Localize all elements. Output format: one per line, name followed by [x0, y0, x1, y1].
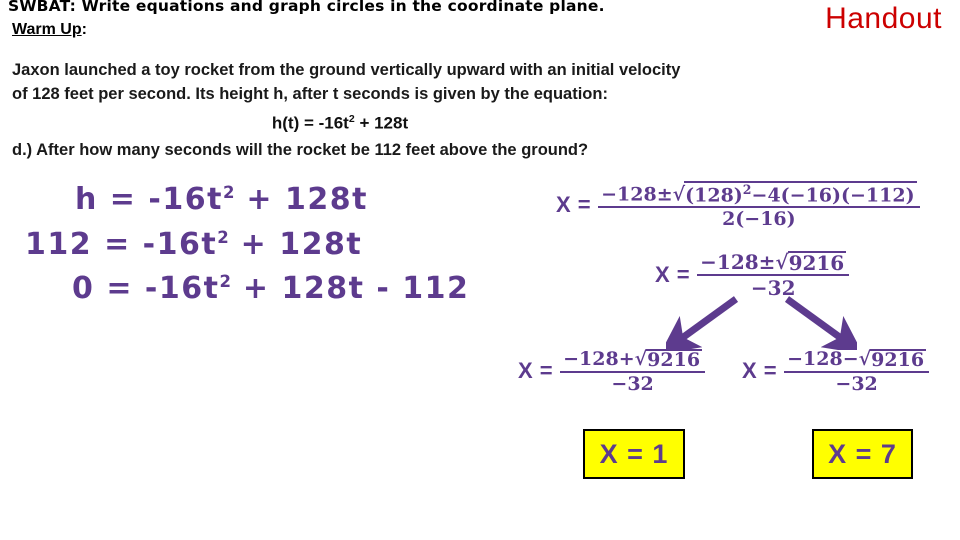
quadratic-formula-step-2: X = −128±√9216 −32: [655, 250, 850, 299]
answer-box-left: X = 1: [583, 429, 685, 479]
quadratic-step-2-num-lead: −128±: [700, 250, 776, 274]
work-step-3-lhs: 0: [72, 271, 95, 306]
height-equation-suffix: + 128t: [354, 113, 409, 133]
branch-minus-num-lead: −128−: [787, 348, 859, 370]
quadratic-step-2-lhs: X =: [655, 261, 691, 287]
quadratic-step-1-radicand: (128)2−4(−16)(−112): [684, 181, 917, 207]
slide-canvas: SWBAT: Write equations and graph circles…: [0, 0, 960, 540]
work-step-3-rel: =: [94, 271, 145, 306]
work-step-3-rhs-b: + 128t - 112: [230, 271, 470, 306]
branch-minus-lhs: X =: [742, 358, 778, 384]
arrow-down-right-icon: [784, 296, 857, 350]
quadratic-branch-minus: X = −128−√9216 −32: [742, 348, 930, 395]
branch-minus-fraction: −128−√9216 −32: [784, 348, 930, 395]
branch-minus-radicand: 9216: [870, 349, 927, 371]
work-step-2: 112 = -16t2 + 128t: [25, 227, 362, 262]
work-step-2-rhs-a: -16t: [142, 227, 218, 262]
branch-plus-denominator: −32: [611, 372, 654, 395]
work-step-1-exponent: 2: [222, 183, 235, 202]
work-step-3-exponent: 2: [219, 272, 231, 291]
branch-plus-lhs: X =: [518, 358, 554, 384]
quadratic-step-1-fraction: −128±√(128)2−4(−16)(−112) 2(−16): [598, 180, 920, 231]
work-step-2-exponent: 2: [217, 228, 229, 247]
quadratic-step-1-num-lead: −128±: [601, 183, 673, 206]
work-step-2-rhs-b: + 128t: [228, 227, 363, 262]
quadratic-step-1-radicand-exponent: 2: [742, 182, 752, 197]
work-step-1-rel: =: [97, 182, 149, 217]
height-function-equation: h(t) = -16t2 + 128t: [0, 113, 680, 134]
quadratic-step-2-numerator: −128±√9216: [697, 250, 849, 274]
branch-plus-radicand: 9216: [646, 349, 703, 371]
swbat-objective-text: SWBAT: Write equations and graph circles…: [8, 0, 605, 15]
quadratic-step-2-radicand: 9216: [787, 251, 847, 275]
work-step-2-rel: =: [92, 227, 143, 262]
arrow-down-left-icon: [666, 296, 739, 350]
work-step-2-lhs: 112: [25, 227, 93, 262]
warm-up-label: Warm Up: [12, 21, 82, 38]
handout-label: Handout: [825, 2, 942, 35]
question-part-d-text: d.) After how many seconds will the rock…: [12, 141, 589, 159]
branch-plus-fraction: −128+√9216 −32: [560, 348, 706, 395]
height-equation-prefix: h(t) = -16t: [271, 113, 349, 133]
answer-box-right: X = 7: [812, 429, 913, 479]
quadratic-step-1-radicand-a: (128): [685, 184, 743, 207]
quadratic-step-1-radicand-b: −4(−16)(−112): [751, 184, 915, 207]
quadratic-step-1-numerator: −128±√(128)2−4(−16)(−112): [598, 180, 919, 206]
work-step-1-lhs: h: [75, 182, 98, 217]
quadratic-step-2-fraction: −128±√9216 −32: [697, 250, 850, 299]
branch-minus-numerator: −128−√9216: [784, 348, 929, 371]
quadratic-branch-plus: X = −128+√9216 −32: [518, 348, 706, 395]
work-step-3-rhs-a: -16t: [144, 271, 220, 306]
work-step-3: 0 = -16t2 + 128t - 112: [72, 271, 469, 306]
branch-plus-numerator: −128+√9216: [560, 348, 705, 371]
work-step-1: h = -16t2 + 128t: [75, 182, 368, 217]
work-step-1-rhs-b: + 128t: [234, 182, 368, 217]
warm-up-heading: Warm Up:: [12, 21, 87, 39]
quadratic-step-1-denominator: 2(−16): [722, 208, 796, 231]
branch-minus-denominator: −32: [835, 372, 878, 395]
branch-plus-num-lead: −128+: [563, 348, 635, 370]
warm-up-colon: :: [81, 21, 87, 38]
quadratic-formula-step-1: X = −128±√(128)2−4(−16)(−112) 2(−16): [556, 180, 920, 230]
work-step-1-rhs-a: -16t: [148, 182, 223, 217]
quadratic-step-1-lhs: X =: [556, 192, 592, 218]
problem-statement-text: Jaxon launched a toy rocket from the gro…: [12, 61, 681, 103]
